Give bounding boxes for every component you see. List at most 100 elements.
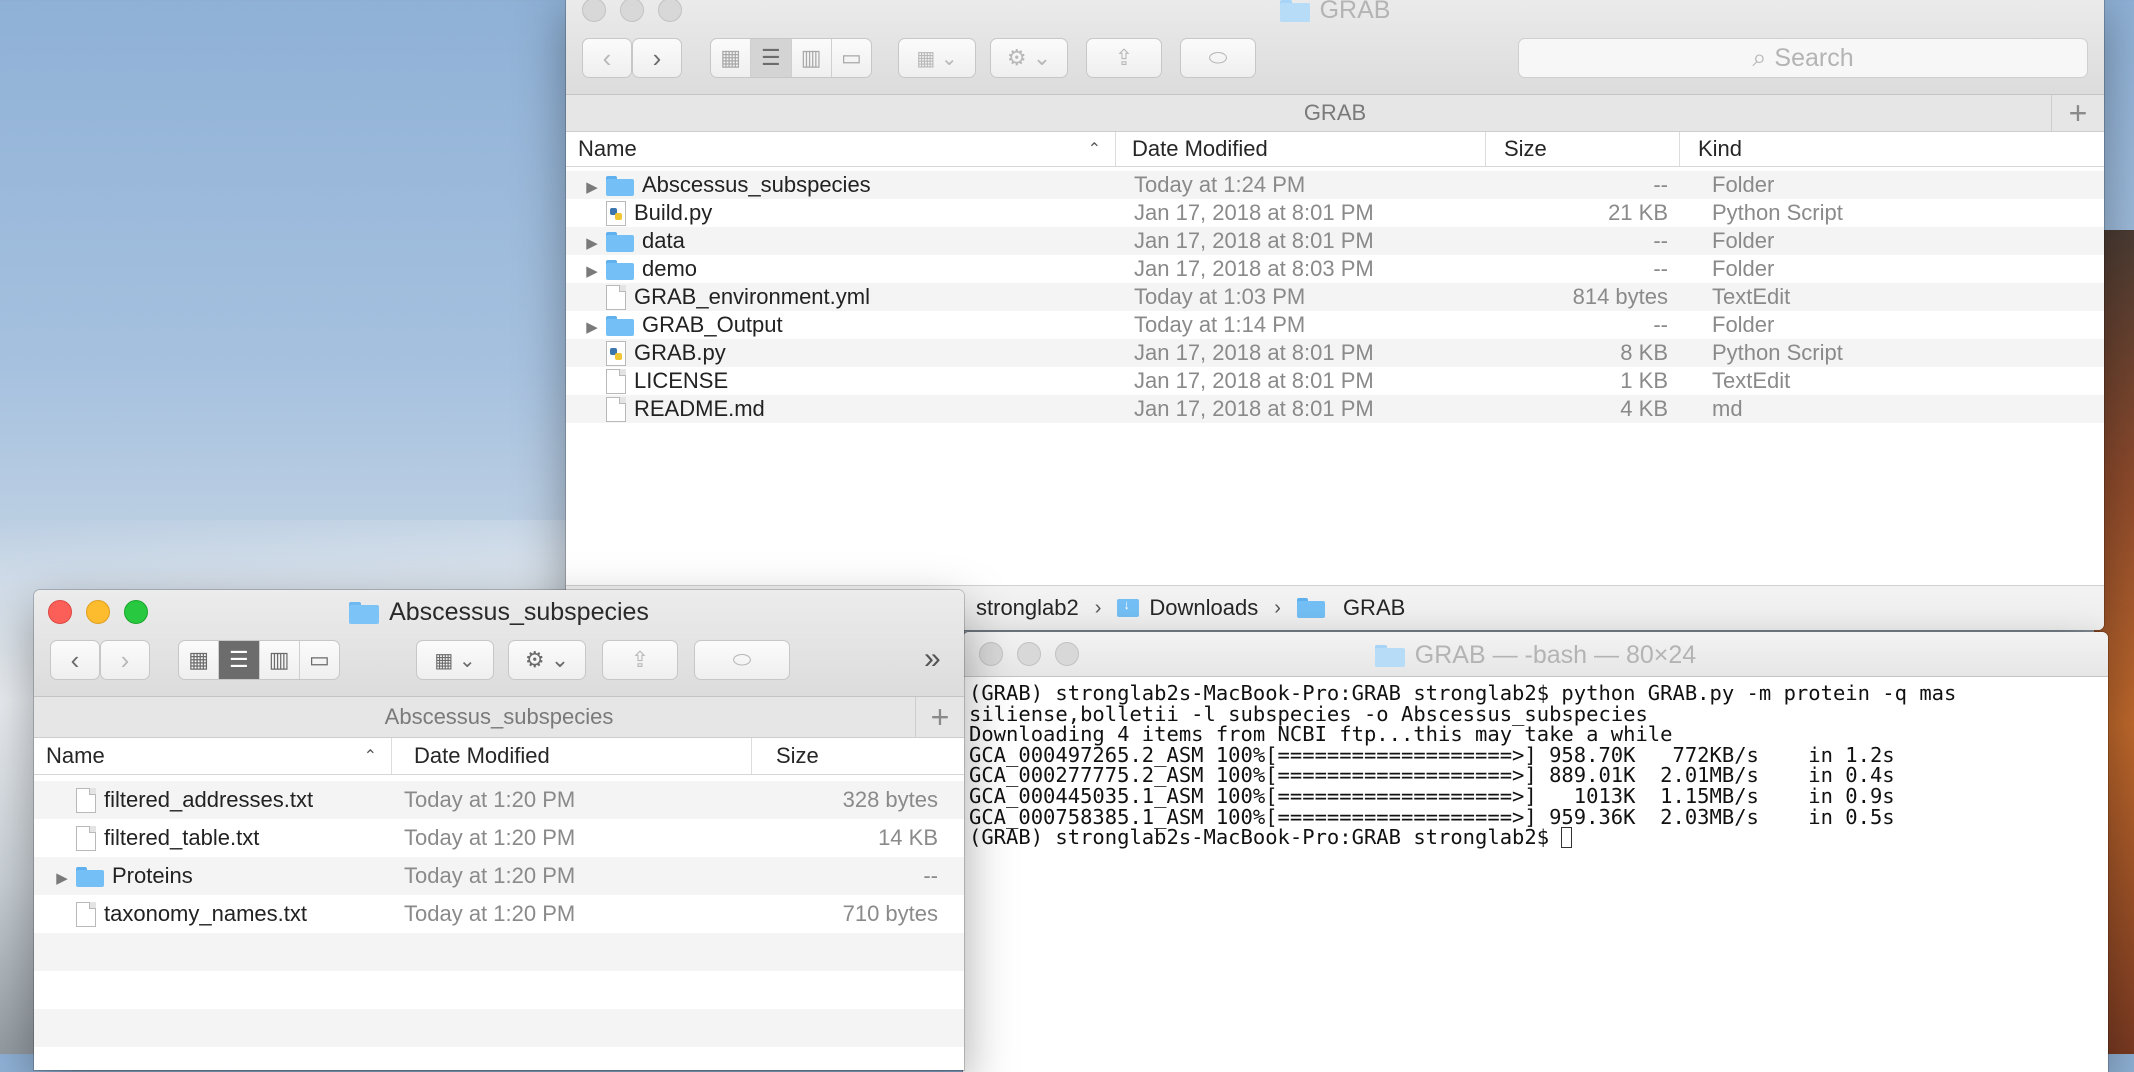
empty-row <box>34 933 964 971</box>
column-view-icon[interactable]: ▥ <box>792 39 832 77</box>
column-header-kind[interactable]: Kind <box>1680 132 2104 166</box>
text-cursor <box>1561 827 1573 849</box>
tag-button[interactable]: ⬭ <box>1180 38 1256 78</box>
column-header-name[interactable]: Name ⌃ <box>34 738 392 774</box>
python-file-icon <box>606 341 626 367</box>
column-header-date[interactable]: Date Modified <box>392 738 752 774</box>
file-list: filtered_addresses.txt Today at 1:20 PM … <box>34 775 964 1047</box>
folder-icon <box>1296 598 1325 618</box>
action-gear-button[interactable]: ⚙ ⌄ <box>508 640 586 680</box>
terminal-line: GCA_000445035.1_ASM 100%[===============… <box>969 783 1895 808</box>
file-row[interactable]: ▶ Proteins Today at 1:20 PM -- <box>34 857 964 895</box>
terminal-line: GCA_000758385.1_ASM 100%[===============… <box>969 804 1895 829</box>
path-item-user[interactable]: stronglab2 <box>976 595 1079 621</box>
file-row[interactable]: taxonomy_names.txt Today at 1:20 PM 710 … <box>34 895 964 933</box>
document-icon <box>76 826 96 852</box>
arrange-button[interactable]: ▦ ⌄ <box>416 640 494 680</box>
view-mode-segment[interactable]: ▦ ☰ ▥ ▭ <box>710 38 872 78</box>
icon-view-icon[interactable]: ▦ <box>711 39 752 77</box>
list-view-icon[interactable]: ☰ <box>751 39 792 77</box>
disclosure-triangle-icon[interactable]: ▶ <box>48 869 76 887</box>
path-title: Abscessus_subspecies <box>384 704 614 729</box>
file-row[interactable]: README.md Jan 17, 2018 at 8:01 PM 4 KB m… <box>566 395 2104 423</box>
icon-view-icon[interactable]: ▦ <box>179 641 220 679</box>
column-header-size[interactable]: Size <box>1486 132 1680 166</box>
sort-ascending-icon: ⌃ <box>1087 141 1101 158</box>
window-title: Abscessus_subspecies <box>34 598 964 627</box>
empty-row <box>34 971 964 1009</box>
search-icon: ⌕ <box>1752 43 1767 72</box>
new-tab-button[interactable]: + <box>2051 95 2104 131</box>
folder-icon <box>1374 644 1405 667</box>
cover-flow-icon[interactable]: ▭ <box>832 39 871 77</box>
file-row[interactable]: GRAB.py Jan 17, 2018 at 8:01 PM 8 KB Pyt… <box>566 339 2104 367</box>
document-icon <box>606 285 626 311</box>
file-row[interactable]: LICENSE Jan 17, 2018 at 8:01 PM 1 KB Tex… <box>566 367 2104 395</box>
folder-icon <box>606 260 634 281</box>
file-row[interactable]: ▶ Abscessus_subspecies Today at 1:24 PM -… <box>566 171 2104 199</box>
view-mode-segment[interactable]: ▦ ☰ ▥ ▭ <box>178 640 340 680</box>
finder-toolbar: GRAB ‹ › ▦ ☰ ▥ ▭ ▦ ⌄ ⚙ ⌄ ⇪ ⬭ ⌕ Search <box>566 0 2104 95</box>
terminal-window: GRAB — -bash — 80×24 (GRAB) stronglab2s-… <box>963 632 2108 1072</box>
downloads-folder-icon <box>1117 597 1140 617</box>
file-list: ▶ Abscessus_subspecies Today at 1:24 PM -… <box>566 167 2104 423</box>
forward-button[interactable]: › <box>632 38 682 78</box>
disclosure-triangle-icon[interactable]: ▶ <box>578 234 606 252</box>
terminal-line: GCA_000497265.2_ASM 100%[===============… <box>969 742 1895 767</box>
window-title-text: GRAB <box>1319 0 1391 24</box>
list-view-icon[interactable]: ☰ <box>219 641 260 679</box>
column-view-icon[interactable]: ▥ <box>260 641 300 679</box>
folder-icon <box>606 316 634 337</box>
finder-window-abscessus: Abscessus_subspecies ‹ › ▦ ☰ ▥ ▭ ▦ ⌄ ⚙ ⌄… <box>34 590 964 1070</box>
search-placeholder: Search <box>1774 43 1854 72</box>
column-header-name[interactable]: Name ⌃ <box>566 132 1116 166</box>
window-title: GRAB — -bash — 80×24 <box>963 641 2108 670</box>
file-row[interactable]: Build.py Jan 17, 2018 at 8:01 PM 21 KB P… <box>566 199 2104 227</box>
folder-icon <box>1279 0 1310 22</box>
new-tab-button[interactable]: + <box>915 697 964 737</box>
chevron-right-icon: › <box>1094 596 1102 619</box>
arrange-button[interactable]: ▦ ⌄ <box>898 38 976 78</box>
finder-window-grab: GRAB ‹ › ▦ ☰ ▥ ▭ ▦ ⌄ ⚙ ⌄ ⇪ ⬭ ⌕ Search GR… <box>566 0 2104 630</box>
column-header-date[interactable]: Date Modified <box>1116 132 1486 166</box>
disclosure-triangle-icon[interactable]: ▶ <box>578 178 606 196</box>
file-row[interactable]: GRAB_environment.yml Today at 1:03 PM 81… <box>566 283 2104 311</box>
terminal-line: (GRAB) stronglab2s-MacBook-Pro:GRAB stro… <box>969 681 1957 705</box>
disclosure-triangle-icon[interactable]: ▶ <box>578 318 606 336</box>
column-header-size[interactable]: Size <box>752 738 964 774</box>
back-button[interactable]: ‹ <box>582 38 632 78</box>
cover-flow-icon[interactable]: ▭ <box>300 641 339 679</box>
folder-icon <box>606 176 634 197</box>
terminal-line: GCA_000277775.2_ASM 100%[===============… <box>969 763 1895 788</box>
share-button[interactable]: ⇪ <box>1086 38 1162 78</box>
folder-icon <box>606 232 634 253</box>
window-title: GRAB <box>566 0 2104 25</box>
document-icon <box>606 397 626 423</box>
toolbar-overflow-button[interactable]: » <box>924 642 941 676</box>
file-row[interactable]: ▶ data Jan 17, 2018 at 8:01 PM -- Folder <box>566 227 2104 255</box>
folder-icon <box>76 867 104 888</box>
document-icon <box>76 902 96 928</box>
tag-button[interactable]: ⬭ <box>694 640 790 680</box>
path-item-downloads[interactable]: Downloads <box>1149 595 1258 621</box>
share-button[interactable]: ⇪ <box>602 640 678 680</box>
disclosure-triangle-icon[interactable]: ▶ <box>578 262 606 280</box>
forward-button[interactable]: › <box>100 640 150 680</box>
path-title-bar: Abscessus_subspecies + <box>34 697 964 738</box>
action-gear-button[interactable]: ⚙ ⌄ <box>990 38 1068 78</box>
terminal-line: Downloading 4 items from NCBI ftp...this… <box>969 722 1673 747</box>
terminal-line: siliense,bolletii -l subspecies -o Absce… <box>969 701 1648 726</box>
file-row[interactable]: filtered_table.txt Today at 1:20 PM 14 K… <box>34 819 964 857</box>
document-icon <box>606 369 626 395</box>
path-item-grab[interactable]: GRAB <box>1343 595 1405 621</box>
search-field[interactable]: ⌕ Search <box>1518 38 2088 78</box>
terminal-output[interactable]: (GRAB) stronglab2s-MacBook-Pro:GRAB stro… <box>963 677 2108 1072</box>
file-row[interactable]: filtered_addresses.txt Today at 1:20 PM … <box>34 781 964 819</box>
terminal-prompt: (GRAB) stronglab2s-MacBook-Pro:GRAB stro… <box>969 825 1562 850</box>
file-row[interactable]: ▶ demo Jan 17, 2018 at 8:03 PM -- Folder <box>566 255 2104 283</box>
back-button[interactable]: ‹ <box>50 640 100 680</box>
column-headers: Name ⌃ Date Modified Size <box>34 738 964 775</box>
column-headers: Name ⌃ Date Modified Size Kind <box>566 132 2104 167</box>
file-row[interactable]: ▶ GRAB_Output Today at 1:14 PM -- Folder <box>566 311 2104 339</box>
finder-toolbar: Abscessus_subspecies ‹ › ▦ ☰ ▥ ▭ ▦ ⌄ ⚙ ⌄… <box>34 590 964 697</box>
